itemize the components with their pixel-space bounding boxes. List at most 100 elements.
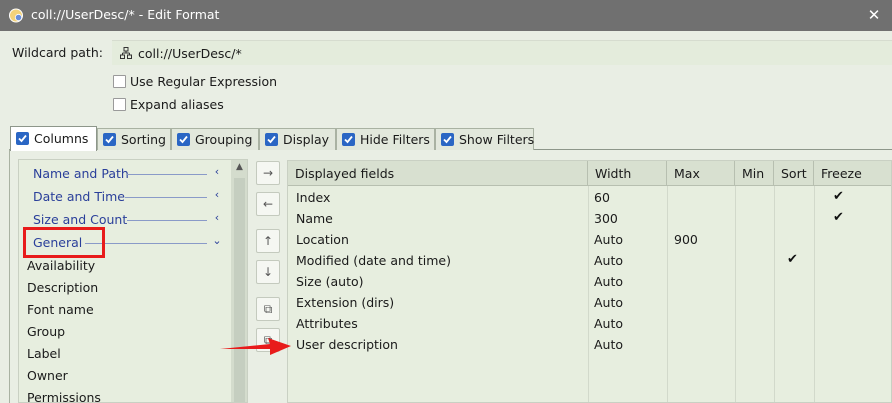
tab-sorting-checkbox[interactable] (103, 133, 116, 146)
window-title: coll://UserDesc/* - Edit Format (31, 7, 220, 22)
arrow-left-icon: ← (262, 197, 274, 211)
tab-columns-label: Columns (34, 131, 89, 146)
list-item[interactable]: Permissions (27, 390, 101, 402)
copy-icon: ⧉ (263, 302, 273, 316)
use-regex-checkbox[interactable] (113, 75, 126, 88)
table-row[interactable]: User description Auto (288, 334, 891, 355)
arrow-down-icon: ↓ (262, 265, 274, 279)
table-row[interactable]: Attributes Auto (288, 313, 891, 334)
annotation-arrow-icon (220, 338, 291, 355)
wildcard-path-input[interactable]: coll://UserDesc/* (112, 40, 892, 65)
chevron-down-icon[interactable]: ⌄ (211, 234, 223, 250)
chevron-left-icon[interactable]: ‹ (211, 211, 223, 227)
table-row[interactable]: Name 300 ✔ (288, 208, 891, 229)
tab-hide-filters-checkbox[interactable] (342, 133, 355, 146)
title-bar: coll://UserDesc/* - Edit Format ✕ (0, 0, 892, 31)
tab-sorting-label: Sorting (121, 132, 166, 147)
cell-width[interactable]: Auto (594, 232, 623, 247)
displayed-fields-table[interactable]: Displayed fields Width Max Min Sort Free… (287, 160, 892, 403)
cell-field: Size (auto) (296, 274, 364, 289)
chevron-left-icon[interactable]: ‹ (211, 165, 223, 181)
arrow-up-icon: ↑ (262, 234, 274, 248)
tab-display-label: Display (283, 132, 330, 147)
cell-field: Index (296, 190, 331, 205)
list-item[interactable]: Availability (27, 258, 95, 273)
move-up-button[interactable]: ↑ (256, 229, 280, 253)
table-row[interactable]: Modified (date and time) Auto ✔ (288, 250, 891, 271)
tab-show-filters-label: Show Filters (459, 132, 535, 147)
chevron-left-icon[interactable]: ‹ (211, 188, 223, 204)
table-row[interactable]: Location Auto 900 (288, 229, 891, 250)
tab-display[interactable]: Display (259, 128, 336, 150)
cell-field: Extension (dirs) (296, 295, 395, 310)
header-freeze[interactable]: Freeze (814, 161, 891, 186)
highlight-box (23, 227, 105, 258)
copy-button[interactable]: ⧉ (256, 297, 280, 321)
group-date-and-time[interactable]: Date and Time ‹ (19, 186, 231, 208)
cell-field: Attributes (296, 316, 358, 331)
list-item[interactable]: Font name (27, 302, 94, 317)
cell-field: Modified (date and time) (296, 253, 451, 268)
header-width[interactable]: Width (588, 161, 667, 186)
collection-icon (120, 47, 132, 59)
tab-show-filters[interactable]: Show Filters (435, 128, 534, 150)
sort-check-icon[interactable]: ✔ (787, 252, 801, 267)
cell-max[interactable]: 900 (674, 232, 698, 247)
freeze-check-icon[interactable]: ✔ (833, 210, 847, 225)
header-min[interactable]: Min (735, 161, 774, 186)
tab-grouping-checkbox[interactable] (177, 133, 190, 146)
tab-hide-filters[interactable]: Hide Filters (336, 128, 435, 150)
list-scrollbar[interactable]: ▲ (231, 160, 247, 402)
freeze-check-icon[interactable]: ✔ (833, 189, 847, 204)
scrollbar-thumb[interactable] (234, 178, 245, 402)
use-regex-option[interactable]: Use Regular Expression (113, 73, 313, 91)
tab-display-checkbox[interactable] (265, 133, 278, 146)
tab-grouping-label: Grouping (195, 132, 253, 147)
wildcard-path-value: coll://UserDesc/* (138, 46, 242, 61)
cell-field: User description (296, 337, 398, 352)
close-icon[interactable]: ✕ (862, 4, 886, 26)
group-name-and-path[interactable]: Name and Path ‹ (19, 163, 231, 185)
table-row[interactable]: Extension (dirs) Auto (288, 292, 891, 313)
group-divider (127, 174, 207, 175)
group-divider (127, 220, 207, 221)
tab-sorting[interactable]: Sorting (97, 128, 171, 150)
available-fields-list[interactable]: Name and Path ‹ Date and Time ‹ Size and… (18, 159, 248, 403)
cell-width[interactable]: 300 (594, 211, 618, 226)
app-folder-icon (9, 8, 23, 23)
tab-hide-filters-label: Hide Filters (360, 132, 430, 147)
group-label: Name and Path (33, 166, 129, 181)
arrow-right-icon: → (262, 166, 274, 180)
cell-width[interactable]: Auto (594, 274, 623, 289)
tab-grouping[interactable]: Grouping (171, 128, 259, 150)
tab-columns[interactable]: Columns (10, 126, 97, 151)
group-label: Size and Count (33, 212, 128, 227)
move-down-button[interactable]: ↓ (256, 260, 280, 284)
table-header: Displayed fields Width Max Min Sort Free… (288, 161, 891, 186)
cell-width[interactable]: Auto (594, 295, 623, 310)
table-row[interactable]: Size (auto) Auto (288, 271, 891, 292)
cell-field: Name (296, 211, 333, 226)
cell-width[interactable]: Auto (594, 316, 623, 331)
expand-aliases-option[interactable]: Expand aliases (113, 96, 313, 114)
header-max[interactable]: Max (667, 161, 735, 186)
list-item[interactable]: Owner (27, 368, 68, 383)
table-row[interactable]: Index 60 ✔ (288, 187, 891, 208)
cell-width[interactable]: Auto (594, 253, 623, 268)
tab-columns-checkbox[interactable] (16, 132, 29, 145)
list-item[interactable]: Description (27, 280, 98, 295)
cell-field: Location (296, 232, 349, 247)
tab-show-filters-checkbox[interactable] (441, 133, 454, 146)
remove-field-button[interactable]: ← (256, 192, 280, 216)
header-sort[interactable]: Sort (774, 161, 814, 186)
header-displayed-fields[interactable]: Displayed fields (288, 161, 588, 186)
add-field-button[interactable]: → (256, 161, 280, 185)
tab-strip: Columns Sorting Grouping Display Hide Fi… (0, 126, 892, 151)
list-item[interactable]: Label (27, 346, 61, 361)
expand-aliases-checkbox[interactable] (113, 98, 126, 111)
wildcard-path-label: Wildcard path: (12, 45, 103, 60)
scroll-up-icon[interactable]: ▲ (231, 162, 247, 176)
cell-width[interactable]: 60 (594, 190, 610, 205)
list-item[interactable]: Group (27, 324, 65, 339)
cell-width[interactable]: Auto (594, 337, 623, 352)
